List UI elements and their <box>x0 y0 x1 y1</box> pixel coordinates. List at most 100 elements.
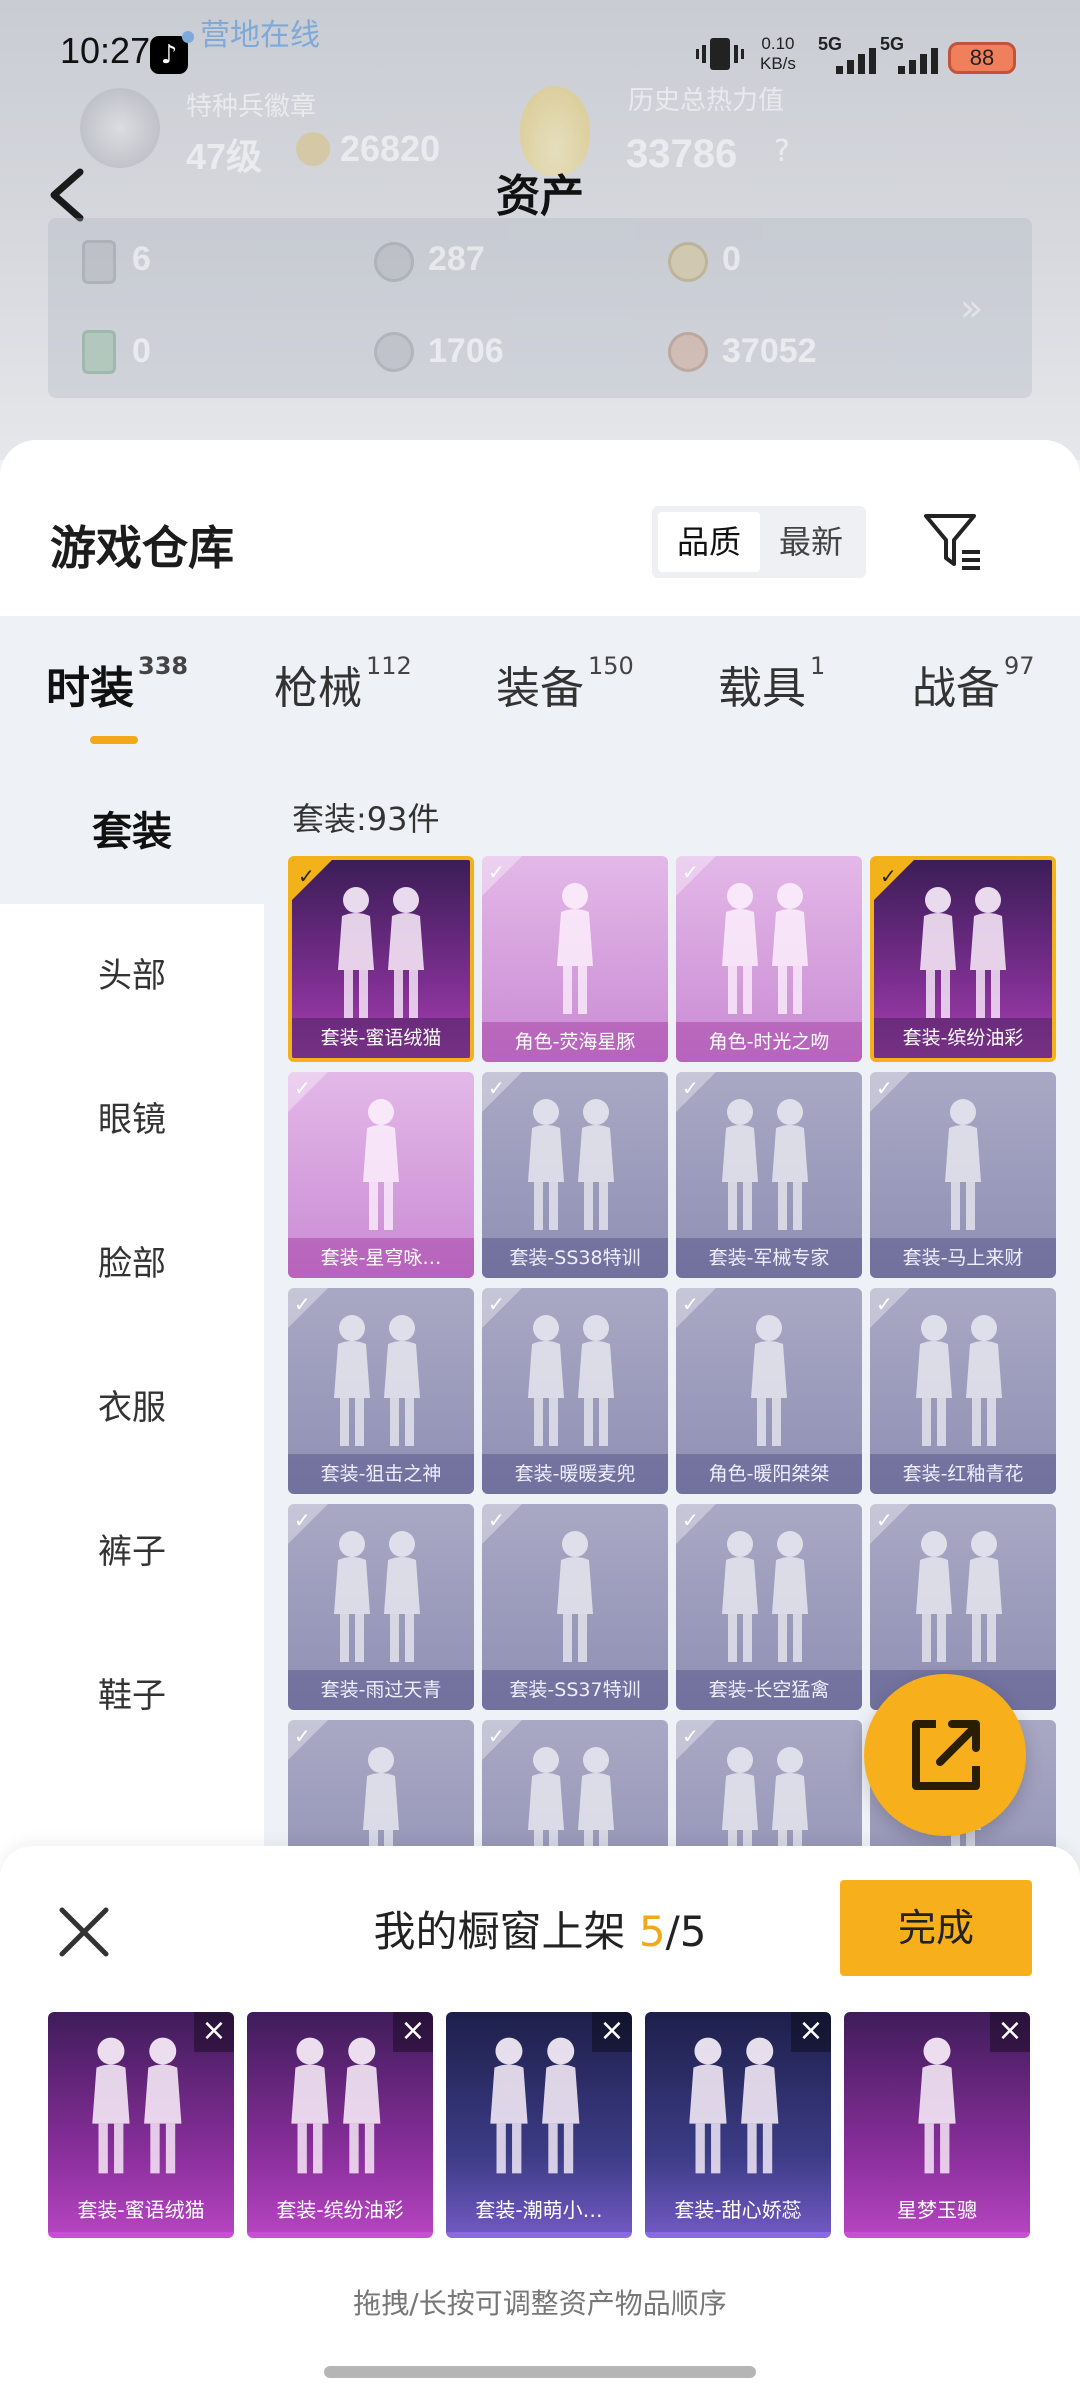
check-icon: ✓ <box>488 1508 505 1532</box>
badge-label: 特种兵徽章 <box>186 92 317 122</box>
item-card[interactable]: ✓ 角色-暖阳桀桀 <box>676 1288 862 1494</box>
tab-vehicles[interactable]: 载具 1 <box>718 652 825 716</box>
currency-value: 0 <box>132 332 151 370</box>
check-icon: ✓ <box>880 864 897 888</box>
item-card[interactable]: ✓ 角色-时光之吻 <box>676 856 862 1062</box>
outfit-figure-icon <box>557 883 593 1014</box>
warehouse-title: 游戏仓库 <box>50 521 234 575</box>
remove-icon[interactable]: × <box>393 2012 433 2052</box>
item-card[interactable]: ✓ 套装-缤纷油彩 <box>870 856 1056 1062</box>
item-card[interactable]: ✓ 套装-马上来财 <box>870 1072 1056 1278</box>
sort-newest-button[interactable]: 最新 <box>760 512 862 572</box>
share-button[interactable] <box>864 1674 1026 1836</box>
side-item-suits[interactable]: 套装 <box>0 760 264 904</box>
showcase-title-label: 我的橱窗上架 <box>373 1907 626 1956</box>
item-card[interactable]: ✓ 套装-军械专家 <box>676 1072 862 1278</box>
check-icon: ✓ <box>294 1076 311 1100</box>
item-name: 套装-雨过天青 <box>288 1670 474 1710</box>
side-item-glasses[interactable]: 眼镜 <box>0 1048 264 1192</box>
outfit-figure-icon <box>945 1099 981 1230</box>
network-speed-unit: KB/s <box>760 54 796 73</box>
showcase-slot[interactable]: × 套装-潮萌小… <box>446 2012 632 2238</box>
camp-status-label: 营地在线 <box>200 18 320 53</box>
item-name: 套装-长空猛禽 <box>676 1670 862 1710</box>
showcase-panel: 我的橱窗上架 5/5 完成 × 套装-蜜语绒猫 × 套装-缤纷油彩 × 套装-潮… <box>0 1846 1080 2400</box>
grid-header: 套装:93件 <box>292 800 440 838</box>
camp-status: 营地在线 <box>182 10 320 54</box>
remove-icon[interactable]: × <box>990 2012 1030 2052</box>
item-name: 套装-SS38特训 <box>482 1238 668 1278</box>
remove-icon[interactable]: × <box>592 2012 632 2052</box>
outfit-figure-icon <box>334 1531 420 1662</box>
online-dot-icon <box>182 30 194 43</box>
showcase-slot[interactable]: × 套装-缤纷油彩 <box>247 2012 433 2238</box>
item-card[interactable]: ✓ 角色-荧海星豚 <box>482 856 668 1062</box>
showcase-slot[interactable]: × 套装-甜心娇蕊 <box>645 2012 831 2238</box>
rank-emblem-icon <box>80 88 160 168</box>
side-item-shoes[interactable]: 鞋子 <box>0 1624 264 1768</box>
vibrate-icon <box>696 38 744 70</box>
tab-equipment[interactable]: 装备 150 <box>496 652 634 716</box>
outfit-figure-icon <box>916 1531 1002 1662</box>
remove-icon[interactable]: × <box>791 2012 831 2052</box>
outfit-figure-icon <box>291 2037 381 2174</box>
slot-name: 套装-甜心娇蕊 <box>674 2198 802 2222</box>
check-icon: ✓ <box>488 1076 505 1100</box>
sort-quality-button[interactable]: 品质 <box>658 512 760 572</box>
item-card[interactable]: ✓ 套装-SS37特训 <box>482 1504 668 1710</box>
item-card[interactable]: ✓ 套装-长空猛禽 <box>676 1504 862 1710</box>
tab-label: 战备 <box>912 663 1000 714</box>
item-name: 套装-暖暖麦兜 <box>482 1454 668 1494</box>
showcase-slot[interactable]: × 套装-蜜语绒猫 <box>48 2012 234 2238</box>
tab-supplies[interactable]: 战备 97 <box>912 652 1035 716</box>
check-icon: ✓ <box>294 1292 311 1316</box>
side-item-face[interactable]: 脸部 <box>0 1192 264 1336</box>
remove-icon[interactable]: × <box>194 2012 234 2052</box>
item-card[interactable]: ✓ 套装-SS38特训 <box>482 1072 668 1278</box>
item-card[interactable]: ✓ 套装-红釉青花 <box>870 1288 1056 1494</box>
outfit-figure-icon <box>528 1315 614 1446</box>
item-card[interactable]: ✓ 套装-暖暖麦兜 <box>482 1288 668 1494</box>
check-icon: ✓ <box>682 1076 699 1100</box>
check-icon: ✓ <box>488 1724 505 1748</box>
check-icon: ✓ <box>876 1076 893 1100</box>
signal-1-icon: 5G <box>818 34 882 74</box>
outfit-figure-icon <box>918 2037 956 2174</box>
currency-panel: 6 287 0 0 1706 37052 <box>48 218 1032 398</box>
outfit-figure-icon <box>528 1099 614 1230</box>
item-name: 套装-红釉青花 <box>870 1454 1056 1494</box>
tab-label: 装备 <box>496 663 584 714</box>
check-icon: ✓ <box>294 1508 311 1532</box>
home-indicator[interactable] <box>324 2366 756 2378</box>
done-button[interactable]: 完成 <box>840 1880 1032 1976</box>
check-icon: ✓ <box>876 1508 893 1532</box>
signal-2-icon: 5G <box>880 34 944 74</box>
outfit-figure-icon <box>722 1531 808 1662</box>
tab-fashion[interactable]: 时装 338 <box>46 652 188 716</box>
item-card[interactable]: ✓ 套装-狙击之神 <box>288 1288 474 1494</box>
slot-name: 套装-缤纷油彩 <box>276 2198 404 2222</box>
tab-weapons[interactable]: 枪械 112 <box>274 652 412 716</box>
showcase-count-current: 5 <box>638 1907 666 1956</box>
side-item-head[interactable]: 头部 <box>0 904 264 1048</box>
outfit-figure-icon <box>557 1531 593 1662</box>
side-item-pants[interactable]: 裤子 <box>0 1480 264 1624</box>
showcase-slot[interactable]: × 星梦玉骢 <box>844 2012 1030 2238</box>
item-card[interactable]: ✓ 套装-蜜语绒猫 <box>288 856 474 1062</box>
slot-name: 星梦玉骢 <box>897 2198 977 2222</box>
currency-value: 1706 <box>428 332 504 370</box>
slot-name: 套装-潮萌小… <box>475 2198 603 2222</box>
filter-icon[interactable] <box>922 510 984 572</box>
expand-arrows-icon[interactable]: » <box>960 286 983 330</box>
gold-coin-icon <box>668 242 708 282</box>
tab-count: 150 <box>588 652 634 680</box>
item-name: 套装-SS37特训 <box>482 1670 668 1710</box>
item-name: 套装-狙击之神 <box>288 1454 474 1494</box>
item-card[interactable]: ✓ 套装-雨过天青 <box>288 1504 474 1710</box>
tab-count: 112 <box>366 652 412 680</box>
item-card[interactable]: ✓ 套装-星穹咏… <box>288 1072 474 1278</box>
tab-label: 时装 <box>46 663 134 714</box>
card-icon <box>82 240 116 284</box>
side-item-clothes[interactable]: 衣服 <box>0 1336 264 1480</box>
item-name: 套装-马上来财 <box>870 1238 1056 1278</box>
